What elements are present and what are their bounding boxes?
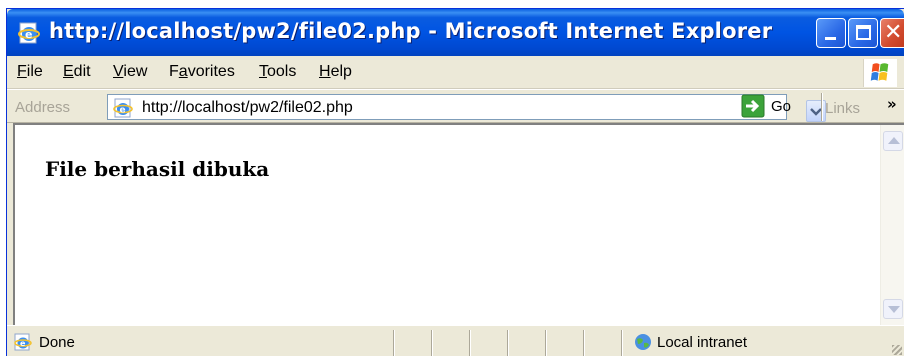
vertical-scrollbar[interactable]: [880, 125, 904, 325]
chevron-down-icon: [888, 306, 900, 313]
page-heading: File berhasil dibuka: [45, 157, 270, 181]
go-button-area[interactable]: Go: [741, 94, 821, 120]
menu-edit[interactable]: Edit: [63, 63, 91, 81]
scroll-up-button[interactable]: [883, 131, 903, 151]
menu-view[interactable]: View: [113, 63, 147, 81]
address-url: http://localhost/pw2/file02.php: [142, 99, 353, 116]
menu-file-label: ile: [26, 63, 43, 80]
page-content: File berhasil dibuka: [13, 123, 904, 325]
links-label[interactable]: Links: [825, 100, 860, 117]
menu-help-mnemonic: H: [319, 63, 331, 80]
title-bar[interactable]: e http://localhost/pw2/file02.php - Micr…: [7, 9, 904, 56]
menu-favorites-prefix: F: [169, 63, 179, 80]
menu-tools[interactable]: Tools: [259, 63, 296, 81]
resize-grip-icon[interactable]: [892, 345, 902, 355]
menu-tools-label: ools: [267, 63, 297, 80]
menu-view-mnemonic: V: [113, 63, 124, 80]
menu-file-mnemonic: F: [17, 63, 27, 80]
chevron-up-icon: [888, 137, 900, 144]
address-input[interactable]: e http://localhost/pw2/file02.php: [107, 94, 826, 122]
status-pane-divider: [431, 330, 433, 356]
status-pane-divider: [545, 330, 547, 356]
maximize-icon: [856, 25, 871, 40]
minimize-button[interactable]: [816, 18, 846, 48]
ie-page-icon: e: [18, 22, 40, 44]
menu-view-label: iew: [123, 63, 148, 80]
menu-favorites[interactable]: Favorites: [169, 63, 235, 81]
svg-text:e: e: [120, 106, 126, 116]
menu-favorites-label: vorites: [187, 63, 235, 80]
menu-edit-label: dit: [73, 63, 91, 80]
status-pane-divider: [469, 330, 471, 356]
menu-file[interactable]: File: [17, 63, 43, 81]
window-title: http://localhost/pw2/file02.php - Micros…: [49, 19, 773, 43]
menu-edit-mnemonic: E: [63, 63, 74, 80]
globe-icon: [635, 334, 651, 350]
menu-help-label: elp: [330, 63, 352, 80]
go-label: Go: [771, 98, 792, 115]
security-zone-text: Local intranet: [657, 334, 748, 351]
menu-favorites-mnemonic: a: [178, 63, 188, 80]
status-text: Done: [39, 334, 75, 351]
status-pane-divider: [393, 330, 395, 356]
svg-text:e: e: [20, 339, 26, 348]
close-icon: ✕: [884, 20, 903, 45]
windows-logo-icon: [863, 59, 897, 87]
menu-bar: File Edit View Favorites Tools Help: [7, 56, 904, 89]
close-button[interactable]: ✕: [880, 18, 904, 48]
maximize-button[interactable]: [848, 18, 878, 48]
menu-help[interactable]: Help: [319, 63, 352, 81]
ie-page-icon: e: [14, 333, 32, 351]
toolbar-separator: [821, 93, 823, 121]
address-label: Address: [15, 99, 71, 116]
status-pane-divider: [621, 330, 623, 356]
status-pane-divider: [583, 330, 585, 356]
scroll-down-button[interactable]: [883, 299, 903, 319]
go-arrow-icon: [741, 94, 765, 118]
status-pane-divider: [507, 330, 509, 356]
svg-text:e: e: [25, 28, 32, 41]
minimize-icon: [825, 37, 836, 40]
status-bar: e Done Local intranet: [7, 325, 904, 356]
browser-window: e http://localhost/pw2/file02.php - Micr…: [6, 8, 904, 356]
ie-page-icon: e: [113, 98, 133, 118]
links-chevron-icon[interactable]: »: [887, 95, 897, 113]
menu-tools-mnemonic: T: [259, 63, 267, 80]
